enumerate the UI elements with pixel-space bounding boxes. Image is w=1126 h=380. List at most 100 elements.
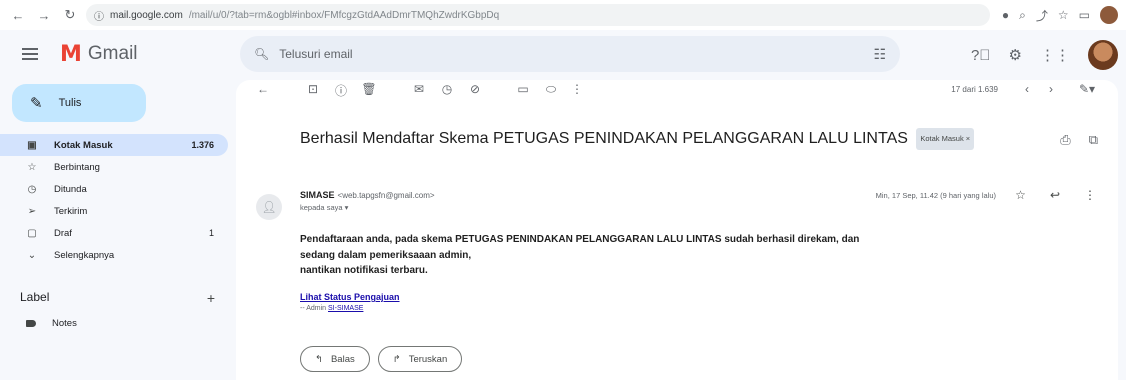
forward-arrow-icon[interactable]: → [34,5,54,25]
gmail-header: M Gmail 🔍︎ Telusuri email ☷ ?⃝ ⚙ ⋮⋮ [0,30,1126,78]
draft-icon: ▢ [27,227,37,239]
back-to-inbox-icon[interactable]: ← [254,82,272,96]
snooze-icon[interactable]: ◷ [438,82,456,96]
bookmark-star-icon[interactable]: ☆ [1058,8,1069,22]
app-name: Gmail [87,43,138,64]
label-icon[interactable]: ⬭ [542,82,560,97]
newer-chevron-icon[interactable]: ‹ [1018,82,1036,96]
body-line: sedang dalam pemeriksaaan admin, [300,249,472,261]
back-arrow-icon[interactable]: ← [8,5,28,25]
forward-label: Teruskan [408,353,448,365]
apps-grid-icon[interactable]: ⋮⋮ [1040,46,1070,64]
body-line: Pendaftaraan anda, pada skema PETUGAS PE… [300,234,860,245]
archive-icon[interactable]: ⊡ [304,82,322,96]
add-label-icon[interactable]: + [207,290,215,306]
open-new-window-icon[interactable]: ⧉ [1089,132,1098,148]
message-toolbar: ← ⊡ ⓘ 🗑︎ ✉ ◷ ⊘ ▭ ⬭ ⋮ 17 dari 1.639 ‹ › ✎… [236,80,1118,102]
body-line: nantikan notifikasi terbaru. [300,265,428,276]
print-icon[interactable]: ⎙ [1060,132,1070,148]
help-icon[interactable]: ?⃝ [971,47,991,64]
browser-toolbar: ← → ↻ ⓘ mail.google.com/mail/u/0/?tab=rm… [0,0,1126,30]
sidebar-label-notes[interactable]: Notes [26,318,77,329]
address-bar[interactable]: ⓘ mail.google.com/mail/u/0/?tab=rm&ogbl#… [86,4,990,26]
send-icon: ➢ [27,205,37,217]
message-body: Pendaftaraan anda, pada skema PETUGAS PE… [300,232,1100,279]
admin-prefix: -- Admin [300,305,327,312]
labels-header: Label + [20,290,215,306]
reply-label: Balas [330,353,355,365]
sidebar: ✎ Tulis ▣ Kotak Masuk 1.376 ☆ Berbintang… [0,78,230,380]
labels-title: Label [20,290,50,304]
main-menu-icon[interactable] [22,48,46,60]
report-spam-icon[interactable]: ⓘ [332,82,350,99]
url-host: mail.google.com [110,9,183,21]
label-name: Notes [52,318,77,329]
star-message-icon[interactable]: ☆ [1015,188,1026,202]
sidebar-item-label: Terkirim [54,205,88,217]
sidebar-item-label: Kotak Masuk [54,139,113,151]
mark-unread-icon[interactable]: ✉ [410,82,428,96]
sidebar-item-label: Draf [54,227,72,239]
sidebar-item-inbox[interactable]: ▣ Kotak Masuk 1.376 [0,134,228,156]
chevron-down-icon: ⌄ [27,249,37,261]
sidebar-item-drafts[interactable]: ▢ Draf 1 [0,222,228,244]
browser-profile-avatar[interactable] [1100,6,1118,24]
sidebar-item-snoozed[interactable]: ◷ Ditunda [0,178,228,200]
reply-arrow-icon: ↰ [315,353,323,365]
reload-icon[interactable]: ↻ [60,5,80,25]
dot-icon[interactable]: ● [1002,8,1009,22]
subject-text: Berhasil Mendaftar Skema PETUGAS PENINDA… [300,130,908,148]
forward-arrow-icon: ↱ [392,353,401,365]
star-icon: ☆ [27,161,37,173]
sidebar-item-more[interactable]: ⌄ Selengkapnya [0,244,228,266]
sidebar-item-label: Berbintang [54,161,100,173]
sender-name: SIMASE [300,190,335,200]
compose-button[interactable]: ✎ Tulis [12,84,146,122]
more-options-icon[interactable]: ⋮ [568,82,586,96]
compose-label: Tulis [58,97,82,109]
draft-count: 1 [208,228,214,238]
inbox-icon: ▣ [27,139,37,151]
move-to-icon[interactable]: ▭ [514,82,532,96]
sidebar-item-label: Selengkapnya [54,249,115,261]
search-options-icon[interactable]: ☷ [873,46,886,63]
forward-button[interactable]: ↱ Teruskan [377,346,463,372]
sidebar-item-label: Ditunda [54,183,87,195]
sender-line: SIMASE <web.tapgsfn@gmail.com> [300,190,435,200]
delete-icon[interactable]: 🗑︎ [360,82,378,96]
message-pane: ← ⊡ ⓘ 🗑︎ ✉ ◷ ⊘ ▭ ⬭ ⋮ 17 dari 1.639 ‹ › ✎… [236,80,1118,380]
zoom-icon[interactable]: ⌕ [1019,8,1026,23]
gmail-logo[interactable]: M Gmail [60,42,138,67]
clock-icon: ◷ [27,183,37,195]
message-more-icon[interactable]: ⋮ [1084,188,1096,202]
pager-text: 17 dari 1.639 [951,85,998,94]
search-input[interactable]: 🔍︎ Telusuri email ☷ [240,36,900,72]
add-task-icon[interactable]: ⊘ [466,82,484,96]
sidebar-item-starred[interactable]: ☆ Berbintang [0,156,228,178]
recipient-details-toggle[interactable]: kepada saya ▾ [300,203,348,212]
sidebar-item-sent[interactable]: ➢ Terkirim [0,200,228,222]
sidepanel-icon[interactable]: ▭ [1079,8,1090,22]
unread-count: 1.376 [191,140,214,150]
admin-link[interactable]: SI-SIMASE [328,305,363,312]
view-status-link[interactable]: Lihat Status Pengajuan [300,292,400,302]
reply-icon[interactable]: ↩ [1050,188,1060,202]
inbox-label-chip[interactable]: Kotak Masuk × [916,128,975,150]
sender-email: <web.tapgsfn@gmail.com> [337,191,435,200]
share-icon[interactable]: ⤴ [1036,7,1048,24]
pencil-icon: ✎ [30,95,43,112]
gmail-m-icon: M [60,41,82,67]
search-icon[interactable]: 🔍︎ [254,47,269,61]
reply-button[interactable]: ↰ Balas [300,346,370,372]
account-avatar[interactable] [1088,40,1118,70]
email-subject: Berhasil Mendaftar Skema PETUGAS PENINDA… [300,128,980,150]
older-chevron-icon[interactable]: › [1042,82,1060,96]
input-tools-icon[interactable]: ✎▾ [1078,82,1096,96]
site-info-icon[interactable]: ⓘ [94,8,104,23]
search-placeholder: Telusuri email [279,47,353,61]
message-date: Min, 17 Sep, 11.42 (9 hari yang lalu) [875,191,996,200]
reply-actions: ↰ Balas ↱ Teruskan [300,346,463,372]
label-tag-icon [26,320,36,327]
settings-gear-icon[interactable]: ⚙ [1009,46,1022,64]
folder-list: ▣ Kotak Masuk 1.376 ☆ Berbintang ◷ Ditun… [0,134,228,266]
